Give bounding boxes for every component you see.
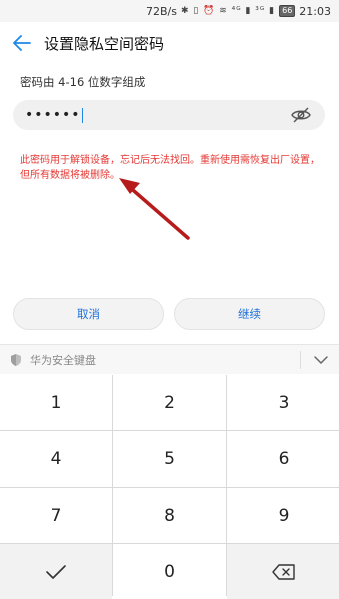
- page-title: 设置隐私空间密码: [44, 34, 165, 53]
- password-hint: 密码由 4-16 位数字组成: [20, 75, 146, 89]
- battery-icon: 66: [279, 5, 296, 17]
- network-speed: 72B/s: [145, 4, 177, 18]
- divider: [300, 351, 301, 369]
- key-3[interactable]: 3: [227, 375, 339, 430]
- status-icons: ✱ ▯ ⏰ ≋ ⁴ᴳ ▮ ³ᴳ ▮: [180, 6, 276, 16]
- backspace-icon: [272, 563, 295, 580]
- key-7[interactable]: 7: [0, 488, 112, 543]
- numeric-keypad: 1 2 3 4 5 6 7 8 9 0: [0, 375, 339, 599]
- confirm-key[interactable]: [0, 544, 112, 599]
- clock: 21:03: [299, 4, 331, 18]
- warning-text: 此密码用于解锁设备，忘记后无法找回。重新使用需恢复出厂设置，但所有数据将被删除。: [20, 155, 320, 181]
- key-2[interactable]: 2: [113, 375, 226, 430]
- key-1[interactable]: 1: [0, 375, 112, 430]
- check-icon: [46, 564, 66, 579]
- back-button[interactable]: [0, 22, 44, 64]
- eye-off-icon[interactable]: [291, 106, 311, 124]
- password-input[interactable]: ••••••: [13, 100, 325, 130]
- continue-button[interactable]: 继续: [174, 298, 325, 330]
- key-5[interactable]: 5: [113, 431, 226, 487]
- cancel-button[interactable]: 取消: [13, 298, 164, 330]
- chevron-down-icon[interactable]: [313, 351, 329, 369]
- key-8[interactable]: 8: [113, 488, 226, 543]
- key-9[interactable]: 9: [227, 488, 339, 543]
- password-value: ••••••: [25, 107, 81, 123]
- keyboard-header: 华为安全键盘: [0, 344, 339, 374]
- key-4[interactable]: 4: [0, 431, 112, 487]
- backspace-key[interactable]: [227, 544, 339, 599]
- keyboard-title: 华为安全键盘: [30, 353, 96, 367]
- text-cursor: [81, 107, 84, 123]
- status-bar: 72B/s ✱ ▯ ⏰ ≋ ⁴ᴳ ▮ ³ᴳ ▮ 66 21:03: [0, 0, 339, 22]
- back-arrow-icon: [13, 35, 31, 51]
- key-0[interactable]: 0: [113, 544, 226, 599]
- shield-icon: [11, 353, 21, 366]
- app-bar: 设置隐私空间密码: [0, 22, 339, 64]
- key-6[interactable]: 6: [227, 431, 339, 487]
